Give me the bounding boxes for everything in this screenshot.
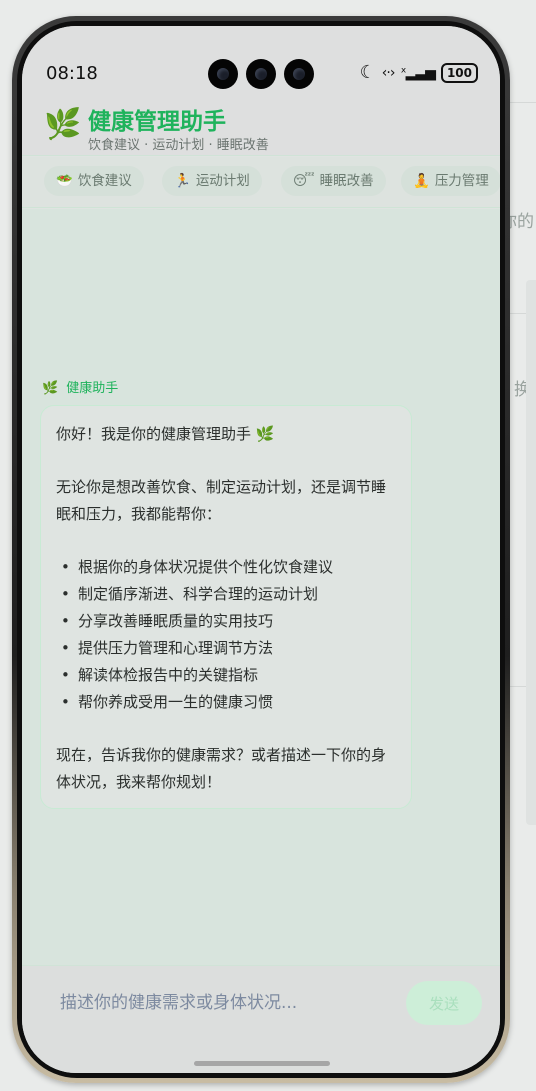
phone-screen: 08:18 ☾ ‹·› ˣ▂▃▅ 100 🌿 健康管理助手 饮食建议 · 运动计… <box>22 26 500 1073</box>
chip-label: 运动计划 <box>195 173 250 189</box>
bot-message-bubble: 你好！我是你的健康管理助手 🌿 无论你是想改善饮食、制定运动计划，还是调节睡眠和… <box>40 405 412 809</box>
chip-label: 睡眠改善 <box>319 173 374 189</box>
list-item: 解读体检报告中的关键指标 <box>56 662 396 689</box>
list-item: 提供压力管理和心理调节方法 <box>56 635 396 662</box>
camera-icon <box>208 59 238 89</box>
battery-icon: 100 <box>440 62 478 83</box>
phone-frame: 08:18 ☾ ‹·› ˣ▂▃▅ 100 🌿 健康管理助手 饮食建议 · 运动计… <box>12 16 510 1083</box>
chat-area[interactable]: 🌿 健康助手 你好！我是你的健康管理助手 🌿 无论你是想改善饮食、制定运动计划，还… <box>22 209 500 965</box>
chip-diet[interactable]: 🥗 饮食建议 <box>44 166 144 196</box>
camera-icon <box>284 59 314 89</box>
message-intro: 无论你是想改善饮食、制定运动计划，还是调节睡眠和压力，我都能帮你： <box>56 478 387 523</box>
bot-label: 🌿 健康助手 <box>42 377 118 396</box>
input-bar: 发送 <box>22 965 500 1073</box>
send-button[interactable]: 发送 <box>406 981 482 1025</box>
list-item: 帮你养成受用一生的健康习惯 <box>56 689 396 716</box>
message-input[interactable] <box>42 981 392 1025</box>
list-item: 制定循序渐进、科学合理的运动计划 <box>56 581 396 608</box>
running-icon: 🏃 <box>174 173 191 189</box>
background-panel <box>526 280 536 825</box>
status-time: 08:18 <box>46 63 98 84</box>
bot-name: 健康助手 <box>66 381 119 396</box>
topic-chips: 🥗 饮食建议 🏃 运动计划 😴 睡眠改善 🧘 压力管理 <box>22 157 500 208</box>
status-bar: 08:18 ☾ ‹·› ˣ▂▃▅ 100 <box>22 26 500 90</box>
leaf-logo-icon: 🌿 <box>44 107 82 142</box>
chip-stress[interactable]: 🧘 压力管理 <box>401 166 500 196</box>
message-closing: 现在，告诉我你的健康需求？或者描述一下你的身体状况，我来帮你规划！ <box>56 746 387 791</box>
message-list: 根据你的身体状况提供个性化饮食建议 制定循序渐进、科学合理的运动计划 分享改善睡… <box>56 554 396 716</box>
camera-icon <box>246 59 276 89</box>
list-item: 根据你的身体状况提供个性化饮食建议 <box>56 554 396 581</box>
chip-sleep[interactable]: 😴 睡眠改善 <box>281 166 386 196</box>
app-subtitle: 饮食建议 · 运动计划 · 睡眠改善 <box>88 138 269 153</box>
app-title: 健康管理助手 <box>88 109 226 135</box>
app-header: 🌿 健康管理助手 饮食建议 · 运动计划 · 睡眠改善 <box>22 90 500 156</box>
chip-label: 饮食建议 <box>77 173 132 189</box>
signal-icon: ˣ▂▃▅ <box>400 64 436 81</box>
sleeping-face-icon: 😴 <box>293 173 315 189</box>
chip-exercise[interactable]: 🏃 运动计划 <box>162 166 262 196</box>
network-icon: ‹·› <box>381 64 396 81</box>
leaf-icon: 🌿 <box>42 381 59 396</box>
list-item: 分享改善睡眠质量的实用技巧 <box>56 608 396 635</box>
status-icons: ☾ ‹·› ˣ▂▃▅ 100 <box>360 62 478 83</box>
moon-icon: ☾ <box>359 62 376 83</box>
meditation-icon: 🧘 <box>413 173 430 189</box>
chip-label: 压力管理 <box>434 173 489 189</box>
message-greeting: 你好！我是你的健康管理助手 🌿 <box>56 425 275 443</box>
home-indicator[interactable] <box>194 1061 330 1066</box>
salad-icon: 🥗 <box>56 173 73 189</box>
